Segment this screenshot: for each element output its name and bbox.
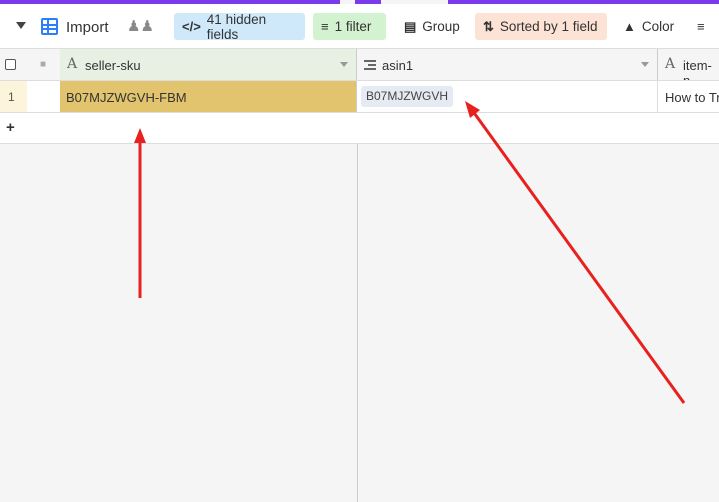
text-type-icon: A [665,56,676,72]
row-height-button[interactable]: ≡ [693,13,719,40]
hidden-fields-button[interactable]: </> 41 hidden fields [174,11,305,42]
paint-bucket-icon: ▲ [623,19,636,34]
column-header-item-name[interactable]: A item-n [658,49,719,80]
plus-icon[interactable]: + [6,119,15,136]
select-all-checkbox[interactable] [5,59,16,70]
row-number: 1 [0,81,27,112]
row-height-icon: ≡ [697,19,705,34]
item-name-cell[interactable]: How to Tr [658,81,719,112]
grid-view-icon [41,18,58,35]
lock-icon: ■ [40,59,47,70]
collaborators-icon[interactable]: ♟♟ [127,17,154,35]
color-button[interactable]: ▲ Color [615,13,683,40]
column-header-asin1[interactable]: asin1 [357,49,658,80]
table-row[interactable]: 1 B07MJZWGVH-FBM B07MJZWGVH How to Tr [0,81,719,113]
hidden-fields-label: 41 hidden fields [206,11,267,42]
asin1-cell[interactable]: B07MJZWGVH [357,81,658,112]
group-button[interactable]: ▤ Group [396,13,468,40]
linked-record-icon [364,60,376,70]
sort-label: Sorted by 1 field [499,19,598,34]
text-type-icon: A [67,56,78,72]
view-toolbar: Import ♟♟ </> 41 hidden fields ≡ 1 filte… [0,4,719,48]
sort-icon: ⇅ [483,18,494,34]
seller-sku-cell[interactable]: B07MJZWGVH-FBM [60,81,357,112]
sort-button[interactable]: ⇅ Sorted by 1 field [475,13,607,40]
chevron-down-icon[interactable] [16,22,26,29]
view-name[interactable]: Import [66,19,109,36]
add-row[interactable]: + [0,113,719,144]
hide-fields-icon: </> [182,19,201,34]
color-label: Color [641,19,675,34]
group-label: Group [422,19,460,34]
column-header-label: item-n [683,58,712,80]
linked-record-chip[interactable]: B07MJZWGVH [361,86,454,107]
filter-button[interactable]: ≡ 1 filter [313,13,386,40]
column-header-seller-sku[interactable]: A seller-sku [60,49,357,80]
filter-label: 1 filter [334,19,372,34]
column-header-label: seller-sku [85,58,141,73]
group-icon: ▤ [404,18,417,34]
chevron-down-icon[interactable] [641,62,649,67]
column-header-label: asin1 [382,58,414,73]
grid-header: ■ A seller-sku asin1 A item-n [0,48,719,81]
chevron-down-icon[interactable] [340,62,348,67]
filter-icon: ≡ [321,19,329,34]
red-arrow-diagonal [470,109,686,404]
column-divider [357,144,358,502]
app-window: Import ♟♟ </> 41 hidden fields ≡ 1 filte… [0,0,719,502]
